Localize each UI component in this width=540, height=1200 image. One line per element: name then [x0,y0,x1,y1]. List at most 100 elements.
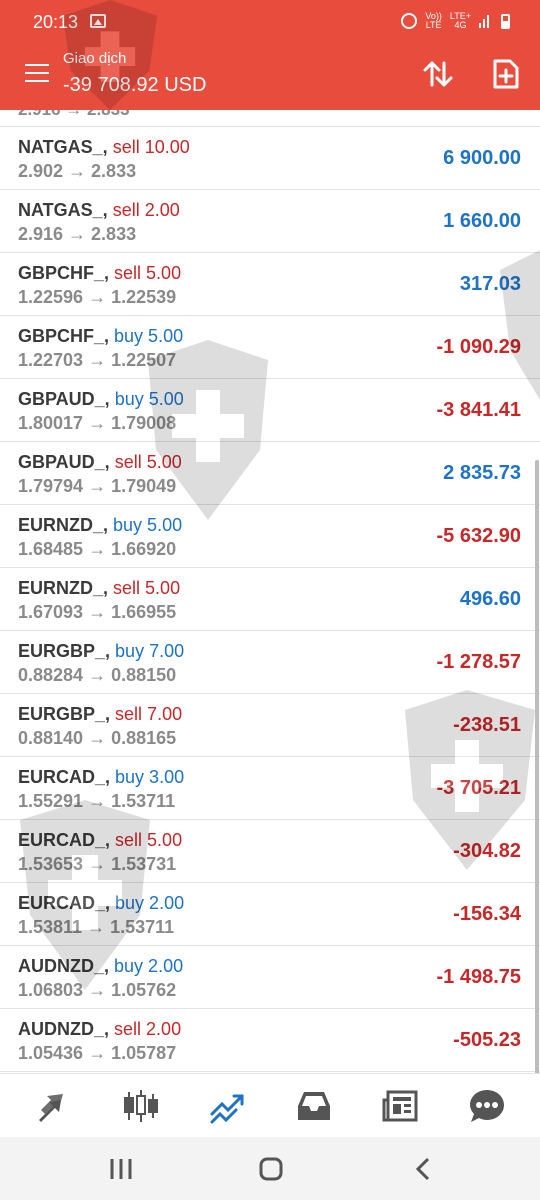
tab-news[interactable] [380,1086,420,1126]
screen-title: Giao dịch [63,50,127,67]
trade-direction-volume: buy 5.00 [114,326,184,346]
trade-title: GBPCHF_, buy 5.00 [18,326,183,347]
recent-apps-icon[interactable] [106,1155,136,1183]
trade-direction-volume: sell 2.00 [112,200,180,220]
trade-symbol: GBPCHF_, [18,326,110,346]
trade-row[interactable]: AUDNZD_, sell 2.00 1.05436 → 1.05787 -505.… [0,1009,540,1072]
price-range: 1.67093 → 1.66955 [18,602,177,622]
price-range: 0.88284 → 0.88150 [18,665,177,685]
trade-direction-volume: sell 5.00 [114,452,182,472]
sort-icon[interactable] [422,58,454,90]
trade-row[interactable]: EURCAD_, buy 3.00 1.55291 → 1.53711 -3 705… [0,757,540,820]
price-range: 1.55291 → 1.53711 [18,791,176,811]
volte-icon: Vo)) LTE [425,11,442,30]
tab-trade[interactable] [208,1086,248,1126]
price-range: 1.22596 → 1.22539 [18,287,177,307]
trade-direction-volume: sell 5.00 [114,263,182,283]
trade-row[interactable]: EURGBP_, sell 7.00 0.88140 → 0.88165 -238.… [0,694,540,757]
trade-list[interactable]: 2.916 → 2.833 NATGAS_, sell 10.00 2.902 →… [0,110,540,1073]
trade-profit: -3 705.21 [436,777,521,799]
home-icon[interactable] [256,1155,286,1183]
trade-row[interactable]: EURGBP_, buy 7.00 0.88284 → 0.88150 -1 278… [0,631,540,694]
trade-profit: 2 835.73 [443,462,521,484]
trade-symbol: EURNZD_, [18,515,109,535]
news-icon [382,1090,418,1122]
trade-profit: -304.82 [453,840,521,862]
trade-row[interactable]: GBPCHF_, buy 5.00 1.22703 → 1.22507 -1 090… [0,316,540,379]
trade-profit: -1 278.57 [436,651,521,673]
trade-title: EURCAD_, buy 2.00 [18,893,184,914]
scrollbar[interactable] [535,460,539,1073]
trade-row[interactable]: GBPAUD_, sell 5.00 1.79794 → 1.79049 2 835… [0,442,540,505]
price-range: 1.80017 → 1.79008 [18,413,177,433]
trade-direction-volume: buy 3.00 [115,767,185,787]
trade-symbol: EURGBP_, [18,641,111,661]
trade-title: AUDNZD_, sell 2.00 [18,1019,181,1040]
trade-direction-volume: sell 10.00 [112,137,190,157]
trade-row[interactable]: EURCAD_, sell 5.00 1.53653 → 1.53731 -304.… [0,820,540,883]
trade-symbol: EURCAD_, [18,767,111,787]
trade-direction-volume: sell 5.00 [115,830,183,850]
chat-icon [470,1090,504,1122]
trade-row[interactable]: NATGAS_, sell 2.00 2.916 → 2.833 1 660.00 [0,190,540,253]
trade-symbol: GBPCHF_, [18,263,110,283]
trade-profit: -3 841.41 [436,399,521,421]
trade-title: NATGAS_, sell 10.00 [18,137,190,158]
app-header: 20:13 Vo)) LTE LTE+ 4G Giao dịch -39 708.9… [0,0,540,110]
trade-profit: 6 900.00 [443,147,521,169]
tab-quotes[interactable] [33,1086,73,1126]
trade-title: EURNZD_, buy 5.00 [18,515,182,536]
trade-direction-volume: sell 2.00 [114,1019,182,1039]
trade-title: EURGBP_, buy 7.00 [18,641,184,662]
price-range: 1.79794 → 1.79049 [18,476,177,496]
price-range: 1.05436 → 1.05787 [18,1043,177,1063]
trade-title: AUDNZD_, buy 2.00 [18,956,183,977]
trade-row[interactable]: AUDNZD_, buy 2.00 1.06803 → 1.05762 -1 498… [0,946,540,1009]
trade-symbol: NATGAS_, [18,200,108,220]
trade-direction-volume: buy 5.00 [113,515,183,535]
trade-title: GBPCHF_, sell 5.00 [18,263,181,284]
bottom-tab-bar [0,1073,540,1137]
price-range: 2.916 → 2.833 [18,110,130,120]
trade-symbol: GBPAUD_, [18,452,110,472]
trade-profit: -156.34 [453,903,521,925]
trade-row[interactable]: EURNZD_, buy 5.00 1.68485 → 1.66920 -5 632… [0,505,540,568]
trade-direction-volume: sell 7.00 [115,704,183,724]
trade-symbol: GBPAUD_, [18,389,110,409]
price-range: 1.68485 → 1.66920 [18,539,177,559]
status-time: 20:13 [33,12,79,32]
trade-profit: -238.51 [453,714,521,736]
price-range: 1.53653 → 1.53731 [18,854,177,874]
trade-row[interactable]: GBPCHF_, sell 5.00 1.22596 → 1.22539 317.0… [0,253,540,316]
trade-row[interactable]: GBPAUD_, buy 5.00 1.80017 → 1.79008 -3 841… [0,379,540,442]
add-document-icon[interactable] [492,58,520,90]
trade-profit: -5 632.90 [436,525,521,547]
trade-title: EURGBP_, sell 7.00 [18,704,182,725]
tab-chat[interactable] [467,1086,507,1126]
trade-title: EURCAD_, buy 3.00 [18,767,184,788]
trade-title: GBPAUD_, sell 5.00 [18,452,182,473]
trade-direction-volume: sell 5.00 [113,578,181,598]
trade-direction-volume: buy 7.00 [115,641,185,661]
price-range: 2.916 → 2.833 [18,224,137,244]
back-icon[interactable] [408,1155,438,1183]
tab-chart[interactable] [121,1086,161,1126]
trade-row[interactable]: NATGAS_, sell 10.00 2.902 → 2.833 6 900.00 [0,127,540,190]
candlestick-chart-icon [124,1090,158,1122]
trade-direction-volume: buy 2.00 [114,956,184,976]
status-icons: Vo)) LTE LTE+ 4G [401,12,510,30]
system-nav-bar [0,1137,540,1200]
alarm-icon [401,13,418,29]
list-item-partial[interactable]: 2.916 → 2.833 [0,110,540,127]
price-range: 2.902 → 2.833 [18,161,137,181]
battery-icon [501,13,510,29]
image-icon [90,14,106,28]
trade-row[interactable]: EURNZD_, sell 5.00 1.67093 → 1.66955 496.6… [0,568,540,631]
trade-profit: -1 090.29 [436,336,521,358]
tab-history[interactable] [294,1086,334,1126]
trade-direction-volume: buy 2.00 [115,893,185,913]
trade-title: GBPAUD_, buy 5.00 [18,389,184,410]
trade-symbol: EURNZD_, [18,578,109,598]
menu-icon[interactable] [25,64,49,82]
trade-row[interactable]: EURCAD_, buy 2.00 1.53811 → 1.53711 -156.3… [0,883,540,946]
